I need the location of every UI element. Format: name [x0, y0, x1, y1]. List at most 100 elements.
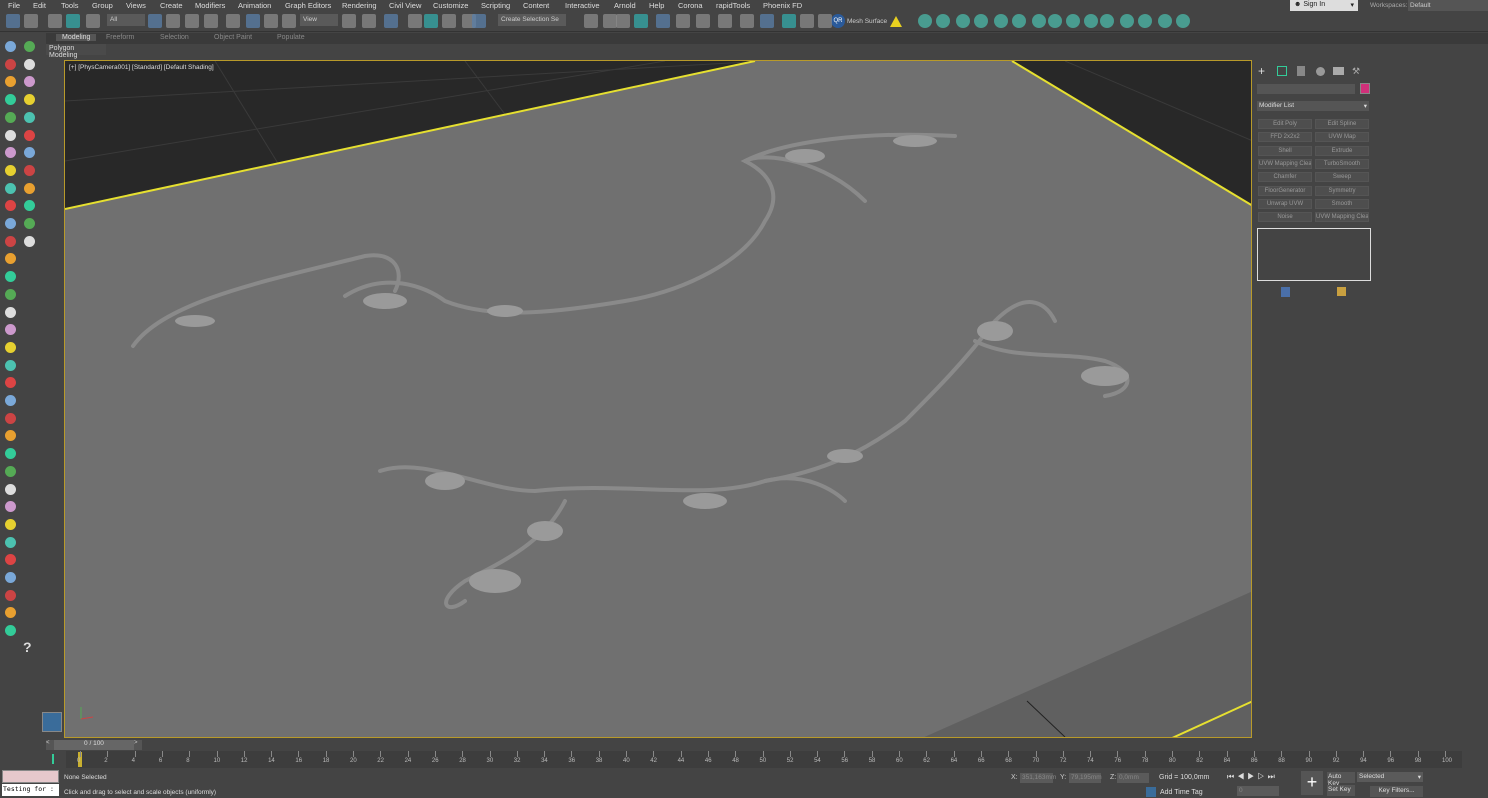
left-tool-icon[interactable] [5, 306, 16, 318]
toolbar-tool-icon[interactable] [226, 14, 240, 28]
viewport-label[interactable]: [+] [PhysCamera001] [Standard] [Default … [69, 64, 214, 71]
left-tool-icon[interactable] [5, 235, 16, 247]
modifier-button[interactable]: TurboSmooth [1315, 158, 1369, 169]
modifier-button[interactable]: UVW Map [1315, 132, 1369, 143]
named-selection-dropdown[interactable]: Create Selection Se [498, 14, 566, 26]
menu-scripting[interactable]: Scripting [481, 1, 510, 10]
toolbar-tool-icon[interactable] [148, 14, 162, 28]
scene-tool-icon[interactable] [936, 14, 950, 28]
modifier-button[interactable]: UVW Mapping Clear [1258, 158, 1312, 169]
help-icon[interactable]: ? [23, 639, 32, 655]
modifier-list-dropdown[interactable]: Modifier List ▾ [1257, 101, 1369, 111]
left-tool-icon[interactable] [24, 58, 35, 70]
maxscript-input[interactable]: Testing for : [2, 784, 59, 796]
scene-tool-icon[interactable] [1138, 14, 1152, 28]
menu-civil-view[interactable]: Civil View [389, 1, 421, 10]
toolbar-tool-icon[interactable] [362, 14, 376, 28]
left-tool-icon[interactable] [24, 164, 35, 176]
scene-tool-icon[interactable] [1012, 14, 1026, 28]
toolbar-tool-icon[interactable] [584, 14, 598, 28]
left-tool-icon[interactable] [5, 465, 16, 477]
left-tool-icon[interactable] [5, 448, 16, 460]
menu-corona[interactable]: Corona [678, 1, 703, 10]
menu-edit[interactable]: Edit [33, 1, 46, 10]
menu-group[interactable]: Group [92, 1, 113, 10]
toolbar-tool-icon[interactable] [342, 14, 356, 28]
left-tool-icon[interactable] [5, 147, 16, 159]
modifier-button[interactable]: FFD 2x2x2 [1258, 132, 1312, 143]
ribbon-tab-freeform[interactable]: Freeform [106, 34, 134, 41]
add-time-tag[interactable]: Add Time Tag [1160, 789, 1203, 796]
left-tool-icon[interactable] [5, 129, 16, 141]
toolbar-tool-icon[interactable] [6, 14, 20, 28]
menu-file[interactable]: File [8, 1, 20, 10]
modifier-button[interactable]: Unwrap UVW [1258, 198, 1312, 209]
left-tool-icon[interactable] [24, 147, 35, 159]
modifier-button[interactable]: Extrude [1315, 145, 1369, 156]
current-frame-field[interactable]: 0 [1237, 786, 1279, 796]
set-key-button[interactable]: Set Key [1327, 785, 1355, 796]
toolbar-tool-icon[interactable] [603, 14, 617, 28]
sign-in-button[interactable]: ☻ Sign In ▾ [1290, 0, 1358, 11]
left-tool-icon[interactable] [5, 324, 16, 336]
left-tool-icon[interactable] [5, 94, 16, 106]
toolbar-tool-icon[interactable] [656, 14, 670, 28]
toolbar-tool-icon[interactable] [634, 14, 648, 28]
modifier-button[interactable]: UVW Mapping Clear [1315, 212, 1369, 223]
prev-frame-button[interactable]: < [46, 740, 54, 750]
left-tool-icon[interactable] [5, 111, 16, 123]
modifier-button[interactable]: Noise [1258, 212, 1312, 223]
toolbar-tool-icon[interactable] [166, 14, 180, 28]
left-tool-icon[interactable] [5, 483, 16, 495]
menu-graph-editors[interactable]: Graph Editors [285, 1, 331, 10]
ref-coord-dropdown[interactable]: View [300, 14, 338, 26]
left-tool-icon[interactable] [24, 41, 35, 52]
scene-tool-icon[interactable] [994, 14, 1008, 28]
modifier-button[interactable]: Sweep [1315, 172, 1369, 183]
scene-tool-icon[interactable] [974, 14, 988, 28]
time-slider[interactable]: 0 / 100 [54, 740, 134, 750]
toolbar-tool-icon[interactable] [246, 14, 260, 28]
left-tool-icon[interactable] [5, 625, 16, 637]
toolbar-tool-icon[interactable] [24, 14, 38, 28]
menu-views[interactable]: Views [126, 1, 146, 10]
toolbar-tool-icon[interactable] [384, 14, 398, 28]
left-tool-icon[interactable] [24, 218, 35, 229]
auto-key-button[interactable]: Auto Key [1327, 772, 1355, 787]
left-tool-icon[interactable] [5, 395, 16, 406]
left-tool-icon[interactable] [5, 536, 16, 548]
left-tool-icon[interactable] [5, 341, 16, 353]
left-tool-icon[interactable] [24, 111, 35, 123]
left-tool-icon[interactable] [5, 200, 16, 212]
left-tool-icon[interactable] [5, 572, 16, 583]
add-key-button[interactable]: + [1301, 771, 1323, 795]
ribbon-tab-object-paint[interactable]: Object Paint [214, 34, 252, 41]
toolbar-tool-icon[interactable] [86, 14, 100, 28]
qr-icon[interactable]: QR [831, 14, 845, 28]
scene-tool-icon[interactable] [1084, 14, 1098, 28]
polygon-modeling-panel[interactable]: Polygon Modeling [46, 44, 106, 59]
left-tool-icon[interactable] [5, 412, 16, 424]
menu-modifiers[interactable]: Modifiers [195, 1, 225, 10]
left-tool-icon[interactable] [5, 607, 16, 619]
left-tool-icon[interactable] [24, 76, 35, 88]
left-tool-icon[interactable] [5, 182, 16, 194]
toolbar-tool-icon[interactable] [760, 14, 774, 28]
track-bar[interactable]: 0 2 4 6 8 10 12 14 16 18 20 22 24 26 28 30 32 34 36 38 40 42 4… [52, 751, 1462, 768]
left-tool-icon[interactable] [5, 518, 16, 530]
modifier-button[interactable]: Smooth [1315, 198, 1369, 209]
key-filters-button[interactable]: Key Filters... [1370, 786, 1423, 797]
playback-controls[interactable]: ⏮◀▶▷⏭ [1227, 772, 1278, 782]
left-tool-icon[interactable] [5, 164, 16, 176]
z-coordinate-field[interactable]: 0,0mm [1117, 773, 1149, 783]
y-coordinate-field[interactable]: 79,195mm [1069, 773, 1102, 783]
time-tag-icon[interactable] [1146, 787, 1156, 797]
next-frame-button[interactable]: > [134, 740, 142, 750]
toolbar-tool-icon[interactable] [472, 14, 486, 28]
toolbar-tool-icon[interactable] [424, 14, 438, 28]
modifier-button[interactable]: Shell [1258, 145, 1312, 156]
toolbar-tool-icon[interactable] [282, 14, 296, 28]
left-tool-icon[interactable] [5, 41, 16, 52]
show-end-result-icon[interactable] [1281, 287, 1290, 297]
configure-modifier-sets-icon[interactable] [1337, 287, 1346, 296]
